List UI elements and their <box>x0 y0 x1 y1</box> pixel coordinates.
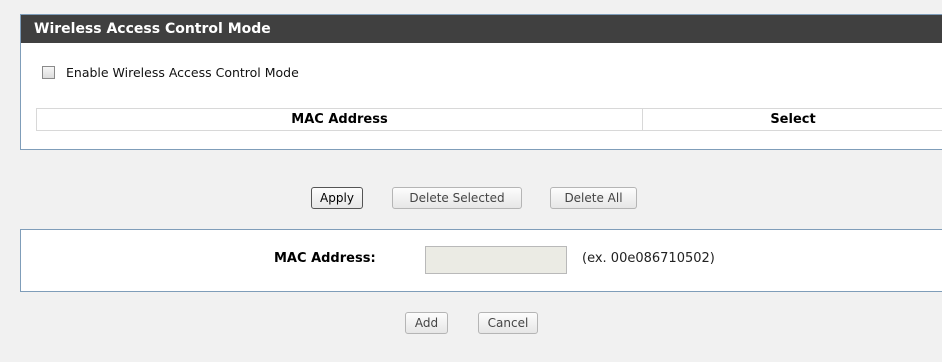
enable-access-control-row[interactable]: Enable Wireless Access Control Mode <box>42 65 299 80</box>
delete-all-button[interactable]: Delete All <box>550 187 637 209</box>
cancel-button[interactable]: Cancel <box>478 312 538 334</box>
add-button[interactable]: Add <box>405 312 448 334</box>
mac-address-hint: (ex. 00e086710502) <box>582 251 715 266</box>
mac-address-input[interactable] <box>425 246 567 274</box>
section-title: Wireless Access Control Mode <box>21 15 942 43</box>
mac-address-label: MAC Address: <box>274 251 376 266</box>
enable-access-control-label[interactable]: Enable Wireless Access Control Mode <box>66 65 299 80</box>
table-header-mac-address: MAC Address <box>37 109 643 130</box>
delete-selected-button[interactable]: Delete Selected <box>392 187 522 209</box>
table-header-select: Select <box>770 112 816 127</box>
access-control-panel: Wireless Access Control Mode Enable Wire… <box>20 14 942 150</box>
apply-button[interactable]: Apply <box>311 187 363 209</box>
mac-address-table: MAC Address Select <box>36 108 942 131</box>
enable-access-control-checkbox[interactable] <box>42 66 55 79</box>
